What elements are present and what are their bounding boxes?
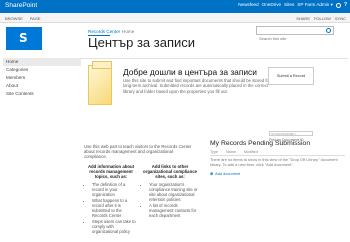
info-column-list: The definition of a record in your organ…	[84, 182, 138, 234]
info-column-title: Add information about records management…	[87, 164, 135, 179]
add-document-link[interactable]: ⊕ Add document	[210, 171, 345, 176]
sync-button[interactable]: SYNC	[335, 16, 346, 21]
column-name[interactable]: Name	[226, 150, 236, 154]
site-logo[interactable]: S	[6, 27, 42, 50]
column-modified[interactable]: Modified	[244, 150, 258, 154]
topnav-records-center[interactable]: Records Center	[88, 29, 120, 36]
suite-links: Newsfeed OneDrive Sites SP Farm Admin ▾ …	[238, 2, 347, 8]
left-nav-about[interactable]: About	[3, 82, 81, 90]
gear-icon[interactable]	[335, 3, 341, 8]
list-item: A list of records management contacts fo…	[149, 203, 199, 218]
search-box	[256, 26, 334, 42]
left-nav: Home Categories Members About Site Conte…	[3, 58, 81, 98]
records-welcome-webpart: Добре дошли в центъра за записи Use this…	[80, 58, 348, 142]
sharepoint-logo-icon: S	[19, 31, 28, 45]
newsfeed-link[interactable]: Newsfeed	[238, 2, 258, 8]
sharepoint-brand[interactable]: SharePoint	[5, 2, 37, 9]
submit-record-button[interactable]: Submit a Record	[269, 68, 313, 84]
topnav-home[interactable]: Home	[122, 29, 134, 34]
share-button[interactable]: SHARE	[296, 16, 310, 21]
left-nav-site-contents[interactable]: Site Contents	[3, 90, 81, 98]
add-icon: ⊕	[210, 170, 214, 176]
search-icon[interactable]	[326, 28, 331, 33]
links-column-title: Add links to other organizational compli…	[143, 164, 197, 179]
page-title: Център за записи	[88, 35, 196, 50]
pending-title: My Records Pending Submission	[210, 140, 311, 147]
suite-bar: SharePoint Newsfeed OneDrive Sites SP Fa…	[0, 0, 350, 13]
links-column: Add links to other organizational compli…	[141, 164, 199, 219]
column-type[interactable]: Type	[210, 150, 218, 154]
user-menu[interactable]: SP Farm Admin ▾	[297, 2, 333, 8]
records-box-image	[88, 61, 112, 105]
onedrive-link[interactable]: OneDrive	[262, 2, 281, 8]
help-icon[interactable]: ?	[344, 2, 347, 8]
pending-table-header: Type Name Modified	[210, 150, 345, 156]
left-nav-members[interactable]: Members	[3, 74, 81, 82]
ribbon: BROWSE PAGE SHARE FOLLOW SYNC	[0, 13, 350, 23]
links-column-list: Your organization's compliance training …	[141, 182, 199, 218]
list-item: Steps users can take to comply with orga…	[92, 219, 138, 234]
submit-record-box: Submit a Record	[268, 67, 314, 85]
tab-browse[interactable]: BROWSE	[5, 16, 23, 21]
follow-button[interactable]: FOLLOW	[314, 16, 331, 21]
left-nav-categories[interactable]: Categories	[3, 66, 81, 74]
document-id-input[interactable]: STCS1654/2008-1...	[269, 131, 313, 136]
list-item: The definition of a record in your organ…	[92, 182, 138, 197]
left-nav-home[interactable]: Home	[3, 58, 81, 66]
sites-link[interactable]: Sites	[284, 2, 294, 8]
list-item: What happens to a record after it is sub…	[92, 198, 138, 218]
welcome-text: Use this site to submit and find importa…	[123, 78, 271, 94]
pending-submissions-webpart: My Records Pending Submission Type Name …	[210, 140, 345, 176]
welcome-title: Добре дошли в центъра за записи	[123, 67, 257, 77]
info-column: Add information about records management…	[84, 164, 138, 235]
search-input[interactable]	[257, 35, 323, 42]
empty-message: There are no items to show in this view …	[210, 157, 338, 167]
tab-page[interactable]: PAGE	[30, 16, 41, 21]
intro-text: Use this web part to teach visitors to t…	[84, 144, 192, 160]
list-item: Your organization's compliance training …	[149, 182, 199, 202]
